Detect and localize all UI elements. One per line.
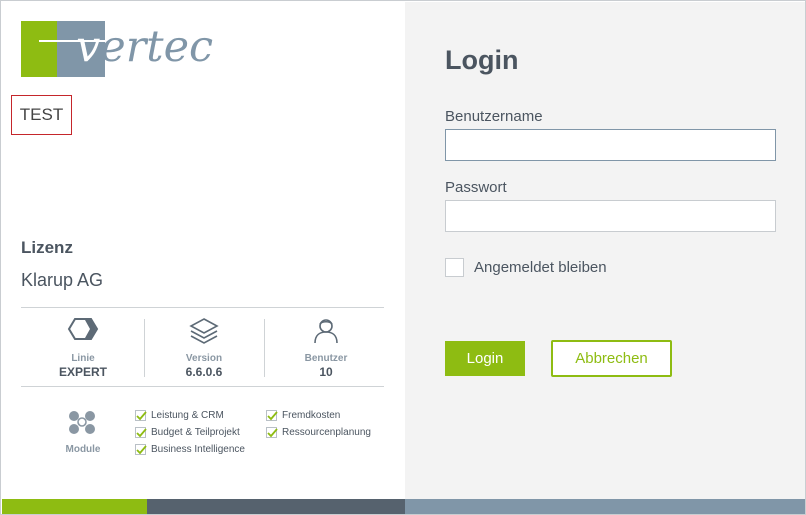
password-input[interactable]: [445, 200, 776, 232]
module-item-label: Budget & Teilprojekt: [151, 426, 240, 438]
module-item: Fremdkosten: [266, 408, 340, 422]
modules-hexagons-icon: [66, 408, 98, 436]
module-item-label: Fremdkosten: [282, 409, 341, 421]
remember-checkbox[interactable]: [445, 258, 464, 277]
remember-me[interactable]: Angemeldet bleiben: [445, 258, 607, 277]
stat-benutzer-label: Benutzer: [304, 353, 348, 364]
license-heading: Lizenz: [21, 238, 73, 257]
footer-bar-dark: [147, 499, 405, 514]
username-input[interactable]: [445, 129, 776, 161]
check-icon: [135, 409, 147, 421]
stat-separator: [264, 319, 265, 377]
module-item: Leistung & CRM: [135, 408, 224, 422]
check-icon: [266, 426, 278, 438]
environment-badge: TEST: [11, 95, 72, 135]
check-icon: [135, 426, 147, 438]
remember-label: Angemeldet bleiben: [474, 259, 607, 276]
modules-label: Module: [65, 444, 101, 455]
logo-wordmark: vertec: [76, 22, 213, 72]
login-window: vertec TEST Lizenz Klarup AG Linie EXPER…: [0, 0, 806, 515]
module-item-label: Ressourcenplanung: [282, 426, 371, 438]
stat-benutzer-value: 10: [319, 365, 333, 379]
module-item-label: Leistung & CRM: [151, 409, 224, 421]
hexagon-outline-icon: [23, 317, 143, 347]
logo-green-block: [21, 21, 57, 77]
layers-icon: [144, 317, 264, 347]
check-icon: [266, 409, 278, 421]
cancel-button[interactable]: Abbrechen: [551, 340, 672, 377]
divider-top: [21, 307, 384, 308]
check-icon: [135, 443, 147, 455]
stat-linie: Linie EXPERT: [23, 317, 143, 379]
footer-bar-green: [2, 499, 147, 514]
stat-version: Version 6.6.0.6: [144, 317, 264, 379]
module-item: Business Intelligence: [135, 442, 245, 456]
username-label: Benutzername: [445, 108, 543, 125]
license-company: Klarup AG: [21, 270, 104, 290]
stat-linie-value: EXPERT: [58, 365, 107, 379]
logo-wordmark-v: v: [76, 22, 101, 72]
module-item: Budget & Teilprojekt: [135, 425, 240, 439]
login-panel: [405, 2, 805, 499]
stat-benutzer: Benutzer 10: [266, 317, 386, 379]
stat-version-label: Version: [185, 353, 223, 364]
login-button[interactable]: Login: [445, 341, 525, 376]
divider-bottom: [21, 386, 384, 387]
module-item-label: Business Intelligence: [151, 443, 245, 455]
stat-linie-label: Linie: [71, 353, 95, 364]
footer-bar-blue: [405, 499, 805, 514]
login-title: Login: [445, 45, 519, 75]
vertec-logo: vertec: [21, 20, 213, 78]
module-item: Ressourcenplanung: [266, 425, 371, 439]
password-label: Passwort: [445, 179, 507, 196]
logo-wordmark-rest: ertec: [100, 22, 214, 72]
user-icon: [266, 317, 386, 347]
stat-version-value: 6.6.0.6: [185, 365, 223, 379]
